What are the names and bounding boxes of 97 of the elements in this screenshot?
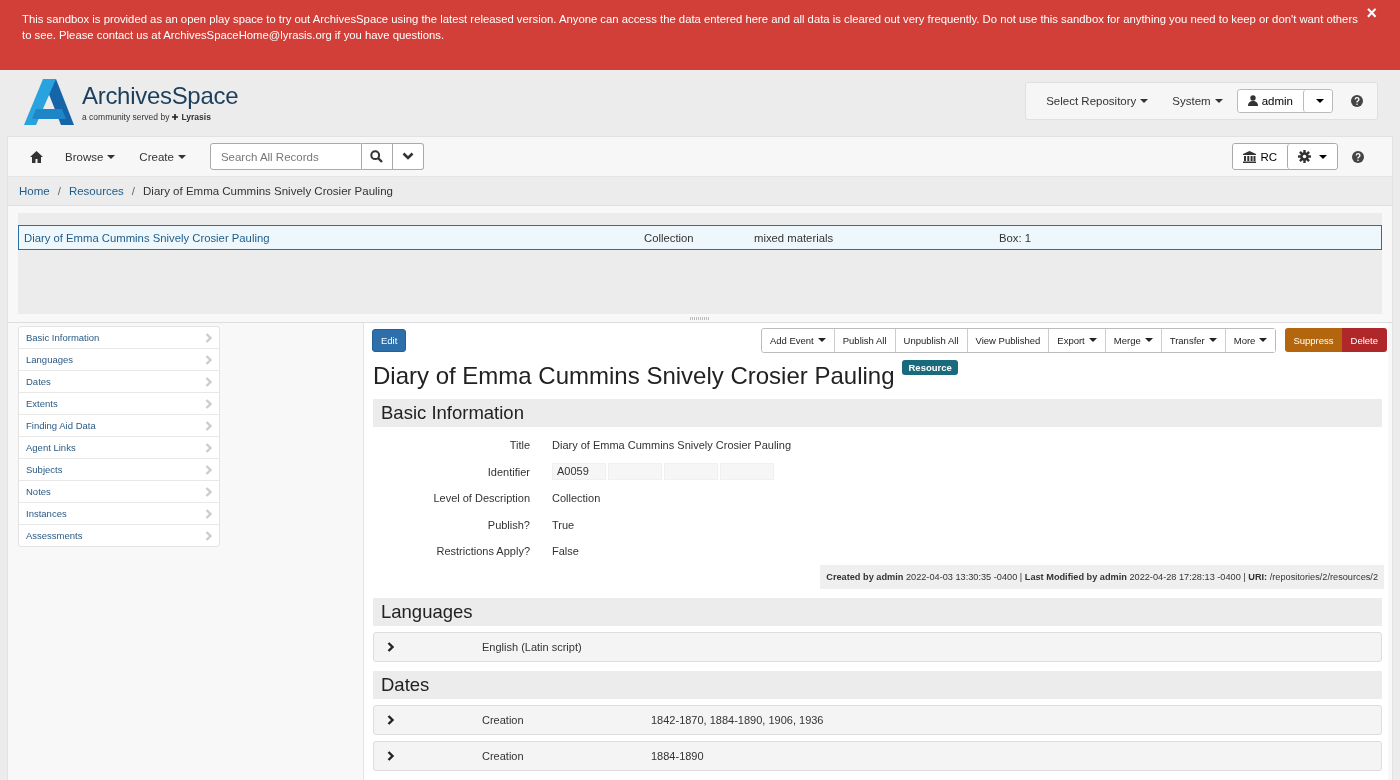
sidebar-item[interactable]: Basic Information <box>19 327 219 349</box>
sidebar-item[interactable]: Subjects <box>19 459 219 481</box>
section-heading: Dates <box>373 670 1382 699</box>
close-button[interactable]: × <box>1363 3 1380 24</box>
nav-menu[interactable]: System <box>1162 88 1233 113</box>
breadcrumb-current: Diary of Emma Cummins Snively Crosier Pauling <box>143 185 393 197</box>
breadcrumb-separator: / <box>131 185 136 197</box>
subrecord-row[interactable]: Creation 1884-1890 <box>373 740 1382 771</box>
home-icon[interactable] <box>30 150 43 163</box>
row-cell-text: Creation <box>482 749 525 762</box>
section-heading: Languages <box>373 597 1382 626</box>
search-icon <box>370 150 384 163</box>
expand-icon[interactable] <box>387 641 395 652</box>
caret-icon <box>1319 154 1327 159</box>
subrecord-row[interactable]: English (Latin script) <box>373 631 1382 662</box>
record-metadata: Created by admin 2022-04-03 13:30:35 -0400 | Last Modified by admin 2022-04-28 17:28:13 -0400 | URI: /repositories/2/resources/2 <box>820 564 1384 589</box>
settings-icon <box>1298 150 1311 163</box>
expand-icon[interactable] <box>387 750 395 761</box>
field-label: Title <box>508 438 530 453</box>
sidebar-item[interactable]: Instances <box>19 503 219 525</box>
expand-icon[interactable] <box>387 714 395 725</box>
caret-icon <box>107 155 116 160</box>
chevron-right-icon <box>205 376 213 387</box>
caret-icon <box>1316 98 1324 103</box>
search-button[interactable] <box>361 143 393 170</box>
chevron-down-icon <box>401 152 414 161</box>
caret-icon <box>1088 338 1097 342</box>
nav-menu[interactable]: Browse <box>53 144 128 169</box>
tree-cell-text: Collection <box>644 231 695 244</box>
settings-button[interactable] <box>1287 144 1337 169</box>
sidebar-item[interactable]: Notes <box>19 481 219 503</box>
row-cell: 1842-1870, 1884-1890, 1906, 1936 <box>651 713 824 726</box>
nav-menu[interactable]: Create <box>127 144 198 169</box>
tree-row[interactable]: Diary of Emma Cummins Snively Crosier Pauling Collection mixed materials Box: 1 <box>18 225 1382 250</box>
chevron-right-icon <box>205 530 213 541</box>
field-value: Diary of Emma Cummins Snively Crosier Pauling <box>552 438 791 453</box>
brand-name: ArchivesSpace <box>82 81 239 110</box>
sandbox-notice: This sandbox is provided as an open play space to try out ArchivesSpace using the latest released version. Anyone can access the data entered here and all data is cleared out very frequently. Do not use this sandbox for anything you need to keep or don't want others to see. Please contact us at ArchivesSpaceHome@lyrasis.org if you have questions. <box>22 12 1359 43</box>
identifier-part: A0059 <box>552 463 606 481</box>
caret-icon <box>817 338 826 342</box>
field-label: Identifier <box>486 464 530 480</box>
help-icon[interactable] <box>1352 150 1364 163</box>
field-label: Publish? <box>486 517 530 533</box>
breadcrumb-separator: / <box>57 185 61 197</box>
chevron-right-icon <box>205 508 213 519</box>
caret-icon <box>1259 338 1268 342</box>
chevron-right-icon <box>205 420 213 431</box>
logo-icon[interactable] <box>24 78 74 125</box>
chevron-right-icon <box>205 354 213 365</box>
chevron-right-icon <box>205 398 213 409</box>
sidebar-item[interactable]: Agent Links <box>19 437 219 459</box>
field-label: Level of Description <box>432 491 530 506</box>
breadcrumb-link[interactable]: Home <box>19 185 50 197</box>
chevron-right-icon <box>205 442 213 453</box>
help-icon[interactable] <box>1351 94 1363 107</box>
row-cell-text: English (Latin script) <box>482 640 583 653</box>
edit-button[interactable]: Edit <box>372 328 407 352</box>
tree-cell-text: Box: 1 <box>999 231 1033 244</box>
user-menu-button[interactable] <box>1303 89 1332 112</box>
caret-icon <box>177 155 186 160</box>
field-value: False <box>552 544 579 559</box>
caret-icon <box>1214 99 1223 104</box>
tagline: a community served by <box>82 111 170 122</box>
tree-cell-text: mixed materials <box>754 231 835 244</box>
search-field[interactable]: Search All Records <box>209 143 362 170</box>
sidebar-item[interactable]: Extents <box>19 393 219 415</box>
tree-title-link[interactable]: Diary of Emma Cummins Snively Crosier Pauling <box>24 231 644 244</box>
sidebar-item[interactable]: Assessments <box>19 525 219 546</box>
field-value: Collection <box>552 491 601 506</box>
resize-handle[interactable] <box>690 316 710 320</box>
chevron-right-icon <box>205 464 213 475</box>
breadcrumb-link[interactable]: Resources <box>68 185 124 197</box>
caret-icon <box>1140 99 1149 104</box>
building-icon <box>1243 150 1257 163</box>
section-heading: Basic Information <box>373 399 1382 427</box>
plus-icon <box>172 113 179 120</box>
subrecord-row[interactable]: Creation 1842-1870, 1884-1890, 1906, 1936 <box>373 704 1382 735</box>
partner-name: Lyrasis <box>181 111 211 122</box>
chevron-right-icon <box>205 486 213 497</box>
row-cell-text: Creation <box>482 713 525 726</box>
suppress-button[interactable]: Suppress <box>1285 328 1342 352</box>
sidebar-item[interactable]: Languages <box>19 349 219 371</box>
sidebar-item[interactable]: Dates <box>19 371 219 393</box>
caret-icon <box>1144 338 1153 342</box>
record-title: Diary of Emma Cummins Snively Crosier Pauling <box>373 362 895 390</box>
field-value: True <box>552 517 575 533</box>
search-options-button[interactable] <box>392 143 424 170</box>
sidebar-item[interactable]: Finding Aid Data <box>19 415 219 437</box>
menu-button[interactable]: More <box>1224 328 1276 352</box>
chevron-right-icon <box>205 332 213 343</box>
nav-menu[interactable]: Select Repository <box>1036 88 1159 113</box>
record-type-badge: Resource <box>902 360 958 375</box>
row-cell-text: 1884-1890 <box>651 749 705 762</box>
delete-button[interactable]: Delete <box>1341 328 1387 352</box>
caret-icon <box>1208 338 1217 342</box>
field-label: Restrictions Apply? <box>435 544 530 559</box>
user-icon <box>1247 95 1258 106</box>
